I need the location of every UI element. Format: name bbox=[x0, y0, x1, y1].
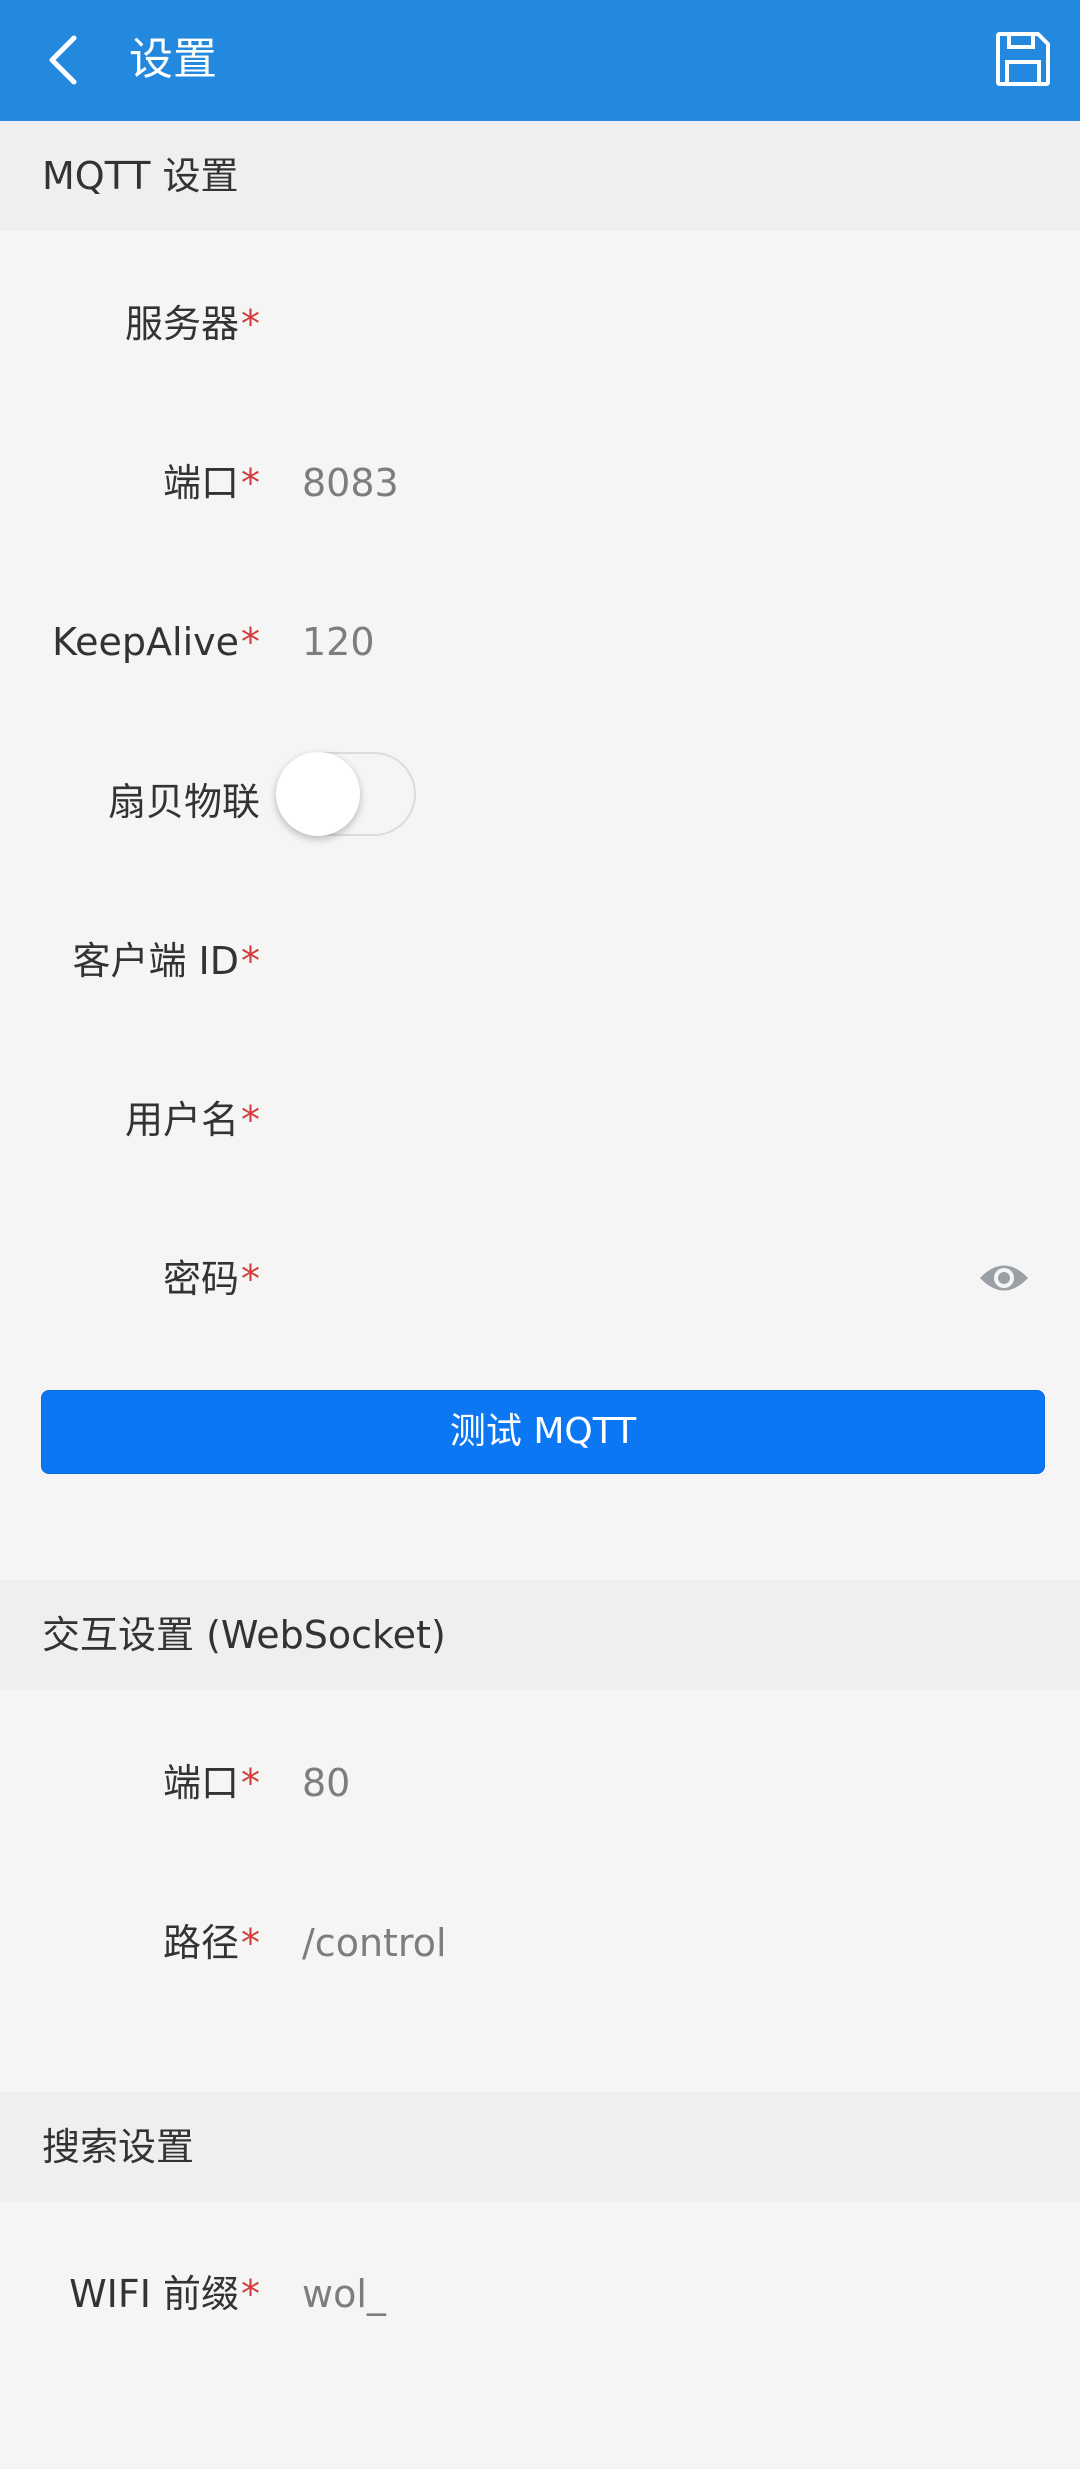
wifi-prefix-row[interactable]: WIFI 前缀* wol_ bbox=[0, 2254, 1080, 2334]
websocket-section-header: 交互设置 (WebSocket) bbox=[0, 1580, 1080, 1690]
shanbei-row: 扇贝物联 bbox=[0, 762, 1080, 842]
mqtt-section-header: MQTT 设置 bbox=[0, 121, 1080, 231]
keepalive-input[interactable]: 120 bbox=[302, 602, 375, 682]
toggle-knob bbox=[276, 752, 360, 836]
client-id-label: 客户端 ID* bbox=[72, 939, 260, 983]
eye-icon[interactable] bbox=[978, 1259, 1030, 1297]
ws-path-label: 路径* bbox=[162, 1921, 260, 1965]
username-row[interactable]: 用户名* bbox=[0, 1080, 1080, 1160]
ws-port-label: 端口* bbox=[162, 1761, 260, 1805]
password-row[interactable]: 密码* bbox=[0, 1239, 1080, 1319]
ws-path-input[interactable]: /control bbox=[302, 1903, 447, 1983]
server-row[interactable]: 服务器* bbox=[0, 284, 1080, 364]
client-id-row[interactable]: 客户端 ID* bbox=[0, 921, 1080, 1001]
wifi-prefix-label: WIFI 前缀* bbox=[69, 2272, 260, 2316]
page-title: 设置 bbox=[129, 34, 217, 85]
port-row[interactable]: 端口* 8083 bbox=[0, 443, 1080, 523]
save-icon[interactable] bbox=[994, 30, 1052, 88]
shanbei-toggle[interactable] bbox=[276, 752, 416, 836]
keepalive-label: KeepAlive* bbox=[52, 620, 260, 664]
shanbei-label: 扇贝物联 bbox=[107, 780, 260, 824]
keepalive-row[interactable]: KeepAlive* 120 bbox=[0, 602, 1080, 682]
port-input[interactable]: 8083 bbox=[302, 443, 399, 523]
ws-path-row[interactable]: 路径* /control bbox=[0, 1903, 1080, 1983]
server-label: 服务器* bbox=[124, 302, 260, 346]
app-bar: 设置 bbox=[0, 0, 1080, 121]
port-label: 端口* bbox=[162, 461, 260, 505]
wifi-prefix-input[interactable]: wol_ bbox=[302, 2254, 386, 2334]
username-label: 用户名* bbox=[124, 1098, 260, 1142]
password-label: 密码* bbox=[162, 1257, 260, 1301]
test-mqtt-button[interactable]: 测试 MQTT bbox=[41, 1390, 1045, 1474]
ws-port-row[interactable]: 端口* 80 bbox=[0, 1743, 1080, 1823]
ws-port-input[interactable]: 80 bbox=[302, 1743, 350, 1823]
search-section-header: 搜索设置 bbox=[0, 2092, 1080, 2202]
back-chevron-icon[interactable] bbox=[36, 30, 96, 90]
